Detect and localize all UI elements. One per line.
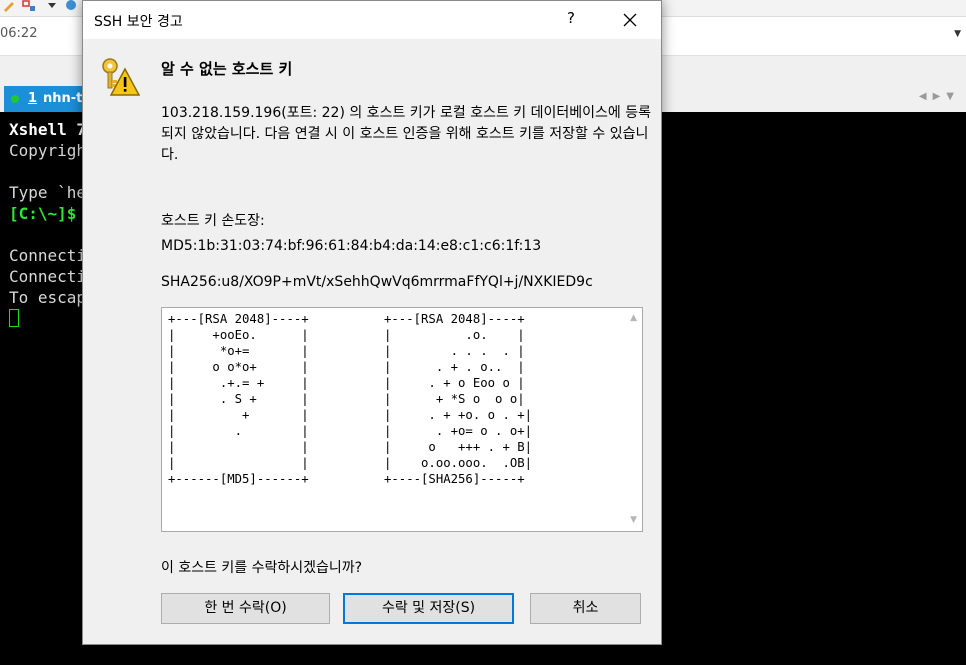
scroll-up-icon[interactable]: ▲ [630, 313, 637, 323]
terminal-line: Connecti [9, 246, 87, 265]
scroll-down-icon[interactable]: ▼ [630, 515, 637, 525]
toolbar-dropdown-icon[interactable] [45, 0, 59, 12]
accept-and-save-button[interactable]: 수락 및 저장(S) [343, 593, 514, 624]
fingerprint-label: 호스트 키 손도장: [161, 213, 265, 229]
md5-fingerprint: MD5:1b:31:03:74:bf:96:61:84:b4:da:14:e8:… [161, 238, 542, 254]
tab-scroll-arrows-icon[interactable]: ◀▶▼ [919, 91, 960, 102]
dialog-title: SSH 보안 경고 [94, 14, 183, 30]
terminal-line: Connecti [9, 267, 87, 286]
help-button[interactable]: ? [561, 9, 581, 29]
cancel-button[interactable]: 취소 [530, 593, 641, 624]
close-icon[interactable] [617, 7, 643, 33]
terminal-cursor [9, 309, 19, 327]
tab-number: 1 [28, 91, 38, 106]
terminal-line: Type `he [9, 183, 87, 202]
accept-once-button[interactable]: 한 번 수락(O) [161, 593, 330, 624]
randomart-sha256: +---[RSA 2048]----+ | .o. | | . . . . | … [384, 312, 533, 486]
randomart-box[interactable]: +---[RSA 2048]----+ | +ooEo. | | *o+= | … [161, 307, 643, 532]
session-tab[interactable]: 1 nhn-to [4, 86, 91, 114]
dialog-titlebar[interactable]: SSH 보안 경고 ? [83, 1, 661, 39]
toolbar-layout-icon[interactable] [22, 0, 36, 12]
dialog-heading: 알 수 없는 호스트 키 [161, 60, 293, 78]
sha256-fingerprint: SHA256:u8/XO9P+mVt/xSehhQwVq6mrrmaFfYQl+… [161, 274, 593, 290]
ssh-security-warning-dialog: SSH 보안 경고 ? 알 수 없는 호스트 키 103.218.159.196… [82, 0, 662, 645]
dialog-message: 103.218.159.196(포트: 22) 의 호스트 키가 로컬 호스트 … [161, 105, 651, 163]
address-dropdown-icon[interactable]: ▼ [954, 29, 961, 39]
terminal-line: To escap [9, 288, 87, 307]
terminal-line: [C:\~]$ [9, 204, 77, 223]
terminal-line: Copyrigh [9, 141, 87, 160]
terminal-line: Xshell 7 [9, 120, 87, 139]
accept-question: 이 호스트 키를 수락하시겠습니까? [161, 560, 363, 576]
toolbar-edit-icon[interactable] [2, 0, 16, 12]
address-text: 06:22 [0, 26, 38, 41]
connected-status-icon [11, 95, 19, 103]
toolbar-globe-icon[interactable] [64, 0, 78, 12]
warning-key-icon [102, 58, 141, 96]
randomart-md5: +---[RSA 2048]----+ | +ooEo. | | *o+= | … [168, 312, 309, 486]
